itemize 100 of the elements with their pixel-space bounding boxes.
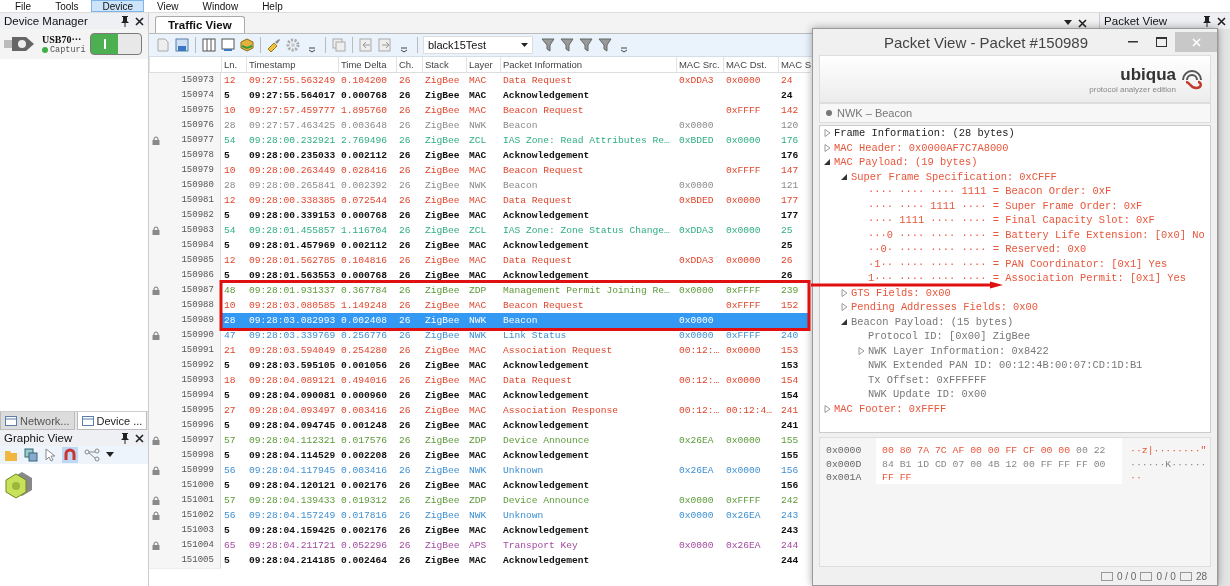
panel-tab[interactable]: Device ... xyxy=(76,412,148,430)
tree-item[interactable]: 1··· ···· ···· ···· = Association Permit: [0x1] Yes xyxy=(868,272,1186,285)
column-header[interactable]: Ch. xyxy=(395,57,422,72)
close-icon[interactable] xyxy=(134,16,144,26)
hex-bytes[interactable]: FF FF xyxy=(882,472,912,483)
tree-item[interactable]: Pending Addresses Fields: 0x00 xyxy=(851,301,1039,314)
tree-item[interactable]: ···· 1111 ···· ···· = Final Capacity Slot: 0xF xyxy=(868,214,1155,227)
menu-item[interactable]: Help xyxy=(251,0,294,12)
pin-icon[interactable] xyxy=(120,15,129,27)
column-header[interactable]: Layer xyxy=(465,57,500,72)
forward-icon[interactable] xyxy=(376,37,393,53)
tree-toggle-icon[interactable] xyxy=(841,317,848,326)
pin-icon[interactable] xyxy=(120,432,129,444)
tree-item[interactable]: Tx Offset: 0xFFFFFF xyxy=(868,373,987,386)
panel-tab[interactable]: Network... xyxy=(0,412,75,430)
tree-item[interactable]: MAC Header: 0x0000AF7C7A8000 xyxy=(834,141,1009,154)
filter-dropdown[interactable]: black15Test xyxy=(422,36,533,54)
tree-item[interactable]: GTS Fields: 0x00 xyxy=(851,286,951,299)
table-cell-text: 26 xyxy=(397,209,412,223)
tree-item[interactable]: Beacon Payload: (15 bytes) xyxy=(851,315,1014,328)
table-cell-text: 155 xyxy=(779,449,800,463)
table-cell-text: 147 xyxy=(779,164,800,178)
pin-icon[interactable] xyxy=(1203,15,1211,27)
table-cell-text: 26 xyxy=(397,389,412,403)
tree-toggle-icon[interactable] xyxy=(824,404,831,413)
tree-toggle-icon[interactable] xyxy=(841,172,848,181)
column-header[interactable]: MAC S xyxy=(777,57,810,72)
maximize-icon[interactable] xyxy=(1155,37,1167,47)
column-header[interactable]: Time Delta xyxy=(337,57,396,72)
row-number: 150978 xyxy=(181,149,214,162)
brush-icon[interactable] xyxy=(265,37,282,53)
tree-toggle-icon[interactable] xyxy=(824,143,831,152)
close-icon[interactable] xyxy=(134,433,144,443)
pointer-icon[interactable] xyxy=(44,448,56,462)
tree-item[interactable]: MAC Footer: 0xFFFF xyxy=(834,402,947,415)
menu-item[interactable]: Device xyxy=(91,0,145,12)
menu-item[interactable]: File xyxy=(4,0,43,12)
document-tab[interactable]: Traffic View xyxy=(154,16,245,33)
table-cell-text: ZDP xyxy=(467,284,488,298)
filter-icon[interactable] xyxy=(596,37,613,53)
monitor-icon[interactable] xyxy=(219,37,236,53)
caret-icon[interactable] xyxy=(520,42,528,48)
column-header[interactable]: Packet Information xyxy=(499,57,676,72)
hex-bytes[interactable]: 00 80 7A 7C AF 00 00 FF CF 00 00 xyxy=(882,445,1071,456)
column-header[interactable]: MAC Src. xyxy=(675,57,723,72)
close-icon[interactable] xyxy=(1078,18,1088,28)
table-row[interactable]: 150989 28 09:28:03.082993 0.002408 26 ZigBee NWK Beacon 0x0000 xyxy=(148,313,810,328)
caret-icon[interactable] xyxy=(1064,20,1073,26)
column-header[interactable]: Timestamp xyxy=(245,57,338,72)
row-number: 151004 xyxy=(181,539,214,552)
tree-toggle-icon[interactable] xyxy=(841,288,848,297)
tree-item[interactable]: Protocol ID: [0x00] ZigBee xyxy=(868,330,1031,343)
floppy-icon[interactable] xyxy=(173,37,190,53)
back-icon[interactable] xyxy=(357,37,374,53)
column-header[interactable]: MAC Dst. xyxy=(722,57,778,72)
tree-item[interactable]: ···· ···· ···· 1111 = Beacon Order: 0xF xyxy=(868,185,1112,198)
tree-item[interactable]: Super Frame Specification: 0xCFFF xyxy=(851,170,1057,183)
filter-icon[interactable] xyxy=(558,37,575,53)
tree-item[interactable]: NWK Update ID: 0x00 xyxy=(868,388,987,401)
menu-item[interactable]: View xyxy=(146,0,190,12)
hex-bytes[interactable]: 84 B1 1D CD 07 00 4B 12 00 FF FF FF 00 xyxy=(882,458,1106,470)
magnet-icon[interactable] xyxy=(62,447,78,463)
column-header[interactable]: Stack xyxy=(421,57,466,72)
table-cell-text: ZigBee xyxy=(423,314,461,328)
network-icon[interactable] xyxy=(84,448,100,462)
column-header[interactable]: Ln. xyxy=(220,57,246,72)
windows-icon[interactable] xyxy=(24,448,38,462)
tree-item[interactable]: ·1·· ···· ···· ···· = PAN Coordinator: [0x1] Yes xyxy=(868,257,1168,270)
tree-item[interactable]: NWK Layer Information: 0x8422 xyxy=(868,344,1049,357)
tree-item[interactable]: ···· ···· 1111 ···· = Super Frame Order: 0xF xyxy=(868,199,1143,212)
columns-icon[interactable] xyxy=(200,37,217,53)
table-row[interactable]: 151005 5 09:28:04.214185 0.002464 26 ZigBee MAC Acknowledgement 244 xyxy=(148,553,810,568)
tree-item[interactable]: Frame Information: (28 bytes) xyxy=(834,127,1015,140)
table-cell-text: ZigBee xyxy=(423,164,461,178)
tree-toggle-icon[interactable] xyxy=(858,346,865,355)
table-cell-text: 26 xyxy=(397,554,412,568)
tree-item[interactable]: ···0 ···· ···· ···· = Battery Life Extension: [0x0] No xyxy=(868,228,1205,241)
package-icon[interactable] xyxy=(238,37,255,53)
menu-item[interactable]: Tools xyxy=(44,0,90,12)
tree-item[interactable]: MAC Payload: (19 bytes) xyxy=(834,156,978,169)
tree-item[interactable]: NWK Extended PAN ID: 00:12:4B:00:07:CD:1D:B1 xyxy=(868,359,1143,372)
table-cell-text: 0x0000 xyxy=(724,194,762,208)
caret-icon[interactable] xyxy=(106,452,114,458)
gear-icon[interactable] xyxy=(284,37,301,53)
table-cell-text: 26 xyxy=(397,284,412,298)
table-cell-text: ZigBee xyxy=(423,269,461,283)
filter-icon[interactable] xyxy=(577,37,594,53)
table-cell-text: 10 xyxy=(222,104,237,118)
filter-icon[interactable] xyxy=(539,37,556,53)
minimize-icon[interactable] xyxy=(1128,41,1138,43)
hex-bytes[interactable]: 00 22 xyxy=(1076,445,1106,456)
ascii-text[interactable]: ·· xyxy=(1130,472,1142,483)
capture-toggle[interactable] xyxy=(90,33,142,55)
tree-toggle-icon[interactable] xyxy=(824,158,831,167)
tree-toggle-icon[interactable] xyxy=(841,303,848,312)
tree-toggle-icon[interactable] xyxy=(824,129,831,138)
tree-item[interactable]: ··0· ···· ···· ···· = Reserved: 0x0 xyxy=(868,243,1087,256)
close-icon[interactable] xyxy=(1217,16,1226,26)
table-cell-text: 26 xyxy=(397,449,412,463)
menu-item[interactable]: Window xyxy=(191,0,250,12)
